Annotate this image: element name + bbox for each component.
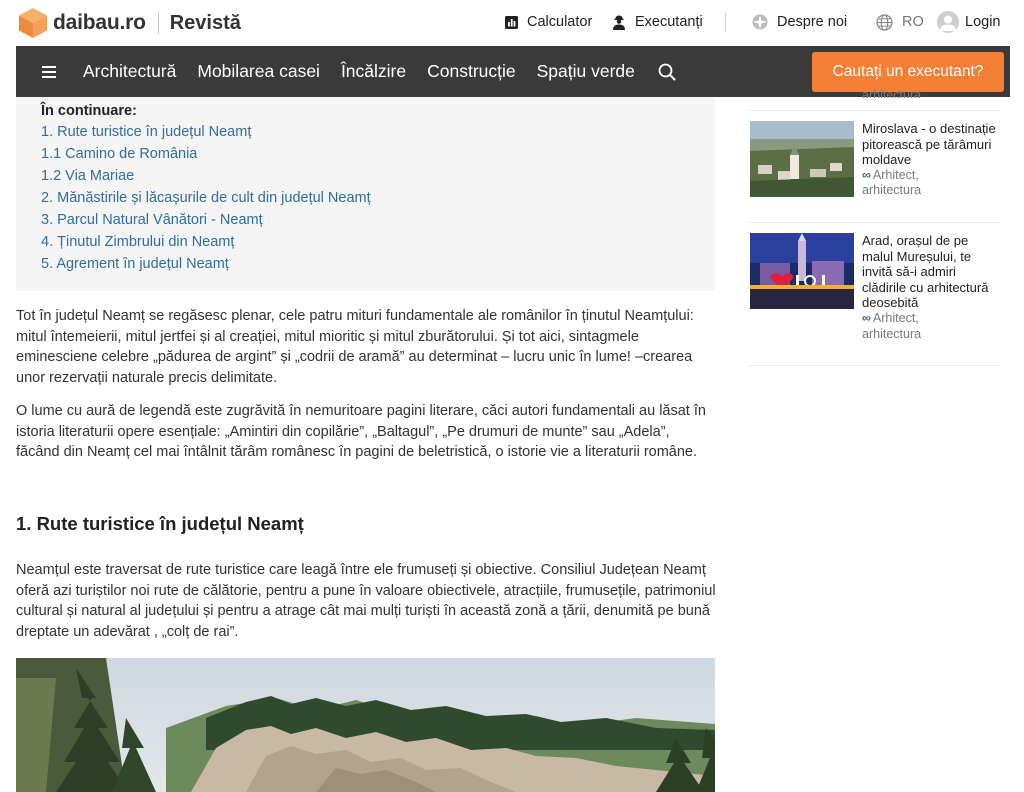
nav-item-constructie[interactable]: Construcție [427,61,516,82]
about-link[interactable]: Despre noi [752,0,847,44]
logo-text: daibau.ro [53,11,146,34]
article-paragraph: O lume cu aură de legendă este zugrăvită… [16,403,706,460]
toc-item[interactable]: 1.1 Camino de România [41,143,715,165]
article-paragraph: Tot în județul Neamț se regăsesc plenar,… [16,308,694,386]
toc-item[interactable]: 1. Rute turistice în județul Neamț [41,121,715,143]
toc-title: În continuare: [41,103,137,119]
card-text: Miroslava - o destinație pitorească pe t… [862,121,1000,199]
card-category[interactable]: arhitectura [862,327,1000,343]
article-paragraph: Neamțul este traversat de rute turistice… [16,562,716,640]
worker-icon [613,15,625,30]
article-image-mountains [16,658,715,792]
login-label: Login [965,14,1001,30]
login-link[interactable]: Login [937,0,1000,44]
section-heading: 1. Rute turistice în județul Neamț [16,513,304,534]
logo-cube-icon [19,8,47,38]
sidebar-divider [748,110,1000,111]
nav-item-architectura[interactable]: Architectură [83,61,176,82]
globe-icon [876,13,893,31]
about-icon [752,14,768,30]
top-bar: daibau.ro Revistă Calculator Executanți … [0,0,1024,46]
table-of-contents: În continuare: 1. Rute turistice în jude… [16,97,715,291]
site-logo[interactable]: daibau.ro Revistă [18,7,241,39]
calculator-icon [505,15,518,29]
card-title[interactable]: Arad, orașul de pe malul Mureșului, te i… [862,233,1000,311]
header-divider [725,12,726,32]
main-navigation: Architectură Mobilarea casei Încălzire C… [16,46,1010,97]
nav-item-mobilarea-casei[interactable]: Mobilarea casei [197,61,320,82]
search-icon[interactable] [658,63,676,81]
previous-card-category[interactable]: arhitectura [862,88,921,98]
calculator-link[interactable]: Calculator [505,0,592,44]
hamburger-menu-icon[interactable] [42,65,58,78]
card-author[interactable]: ∞ Arhitect, [862,168,1000,184]
executanti-link[interactable]: Executanți [612,0,703,44]
toc-item[interactable]: 5. Agrement în județul Neamț [41,253,715,275]
toc-item[interactable]: 1.2 Via Mariae [41,165,715,187]
nav-item-spatiu-verde[interactable]: Spațiu verde [537,61,635,82]
nav-item-incalzire[interactable]: Încălzire [341,61,406,82]
toc-item[interactable]: 3. Parcul Natural Vânători - Neamț [41,209,715,231]
sidebar-divider [748,365,1000,366]
card-author-label: Arhitect, [872,167,919,182]
author-link-icon: ∞ [862,310,871,325]
card-thumbnail-miroslava[interactable] [750,121,854,197]
section-title: Revistă [169,11,241,34]
avatar-icon [937,11,959,33]
calculator-label: Calculator [527,14,593,30]
card-category[interactable]: arhitectura [862,183,1000,199]
sidebar-divider [748,222,1000,223]
logo-divider [157,12,159,34]
about-label: Despre noi [777,14,848,30]
toc-item[interactable]: 2. Mănăstirile și lăcașurile de cult din… [41,187,715,209]
card-author[interactable]: ∞ Arhitect, [862,311,1000,327]
card-author-label: Arhitect, [872,310,919,325]
executanti-label: Executanți [635,14,703,30]
find-contractor-button[interactable]: Cautați un executant? [812,52,1004,92]
language-selector[interactable]: RO [876,0,924,44]
author-link-icon: ∞ [862,167,871,182]
card-text: Arad, orașul de pe malul Mureșului, te i… [862,233,1000,342]
card-thumbnail-arad[interactable] [750,233,854,309]
toc-item[interactable]: 4. Ținutul Zimbrului din Neamț [41,231,715,253]
card-title[interactable]: Miroslava - o destinație pitorească pe t… [862,121,1000,168]
language-label: RO [902,14,924,30]
